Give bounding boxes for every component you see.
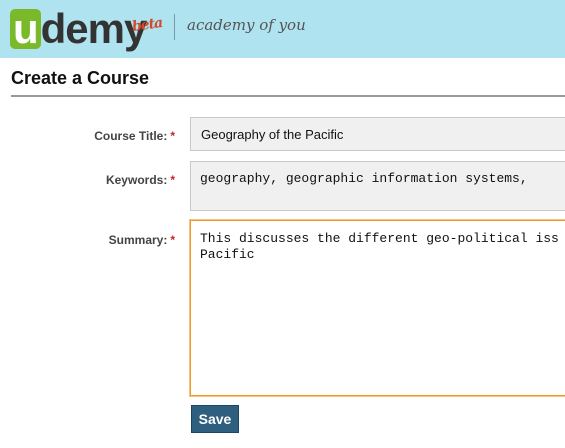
logo-u-badge: u xyxy=(10,8,41,50)
summary-label-text: Summary: xyxy=(108,233,168,247)
course-title-label: Course Title: * xyxy=(94,129,175,143)
keywords-label-text: Keywords: xyxy=(105,173,168,187)
required-marker: * xyxy=(170,233,175,247)
site-header: udemy beta academy of you xyxy=(0,0,565,58)
course-title-label-text: Course Title: xyxy=(94,129,168,143)
summary-label: Summary: * xyxy=(109,233,175,247)
header-divider xyxy=(174,14,175,40)
tagline: academy of you xyxy=(187,16,306,34)
beta-badge: beta xyxy=(131,14,164,36)
save-button[interactable]: Save xyxy=(191,405,239,433)
title-divider xyxy=(11,95,565,97)
page-title: Create a Course xyxy=(11,68,150,88)
keywords-input[interactable]: geography, geographic information system… xyxy=(190,161,565,211)
keywords-label: Keywords: * xyxy=(106,173,175,187)
udemy-logo[interactable]: udemy beta xyxy=(10,6,163,52)
required-marker: * xyxy=(170,129,175,143)
required-marker: * xyxy=(170,173,175,187)
course-title-input[interactable] xyxy=(190,117,565,151)
summary-textarea[interactable]: This discusses the different geo-politic… xyxy=(189,219,565,397)
